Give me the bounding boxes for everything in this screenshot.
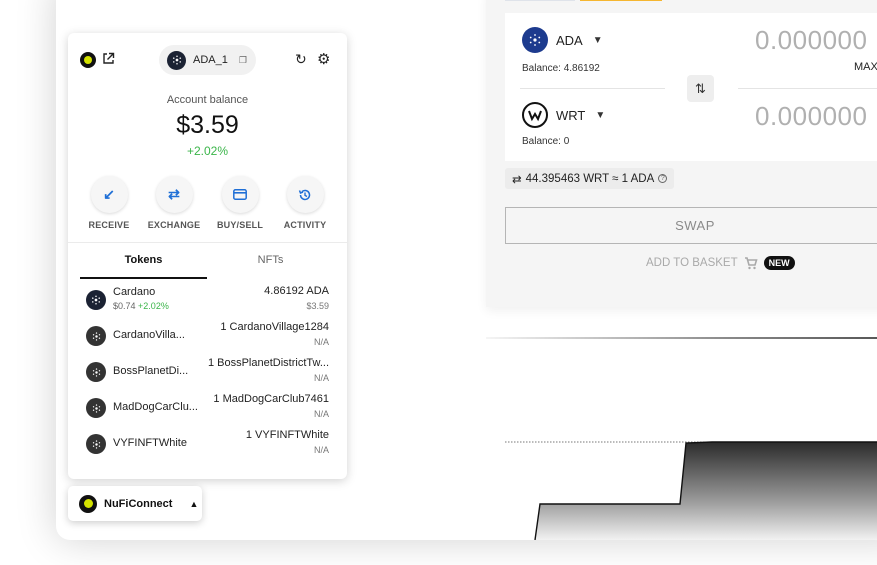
divider	[520, 88, 665, 89]
screen: ADA ▼ Balance: 4.86192 0.000000 MAX ⇅ WR…	[0, 0, 877, 565]
tab-nfts[interactable]: NFTs	[207, 254, 334, 266]
chevron-down-icon: ▼	[592, 34, 603, 46]
swap-icon: ⇄	[155, 176, 193, 213]
token-name: BossPlanetDi...	[113, 365, 189, 377]
token-amount: 1 CardanoVillage1284	[220, 321, 329, 333]
token-row[interactable]: CardanoVilla... 1 CardanoVillage1284 N/A	[80, 321, 335, 351]
token-amount: 4.86192 ADA	[264, 285, 329, 297]
ada-logo-icon	[522, 27, 548, 53]
buy-sell-button[interactable]: BUY/SELL	[205, 176, 275, 230]
token-amount: 1 VYFINFTWhite	[245, 429, 329, 441]
from-token-name: ADA	[556, 32, 583, 48]
token-icon	[86, 362, 106, 382]
exchange-rate[interactable]: ⇄ 44.395463 WRT ≈ 1 ADA ?	[505, 168, 675, 189]
to-balance: Balance: 0	[522, 136, 570, 147]
nufi-logo-icon	[79, 494, 97, 513]
receive-label: RECEIVE	[88, 220, 130, 230]
from-token-selector[interactable]: ADA ▼	[522, 27, 603, 53]
wallet-popup: ADA_1 ❐ ↻ ⚙ Account balance $3.59 +2.02%…	[68, 33, 347, 479]
add-to-basket-label: ADD TO BASKET	[646, 257, 738, 269]
chevron-down-icon: ▼	[595, 109, 606, 121]
swap-tab-indicator-b[interactable]	[580, 0, 662, 1]
new-badge: NEW	[763, 256, 795, 270]
exchange-label: EXCHANGE	[147, 220, 201, 230]
token-usd: N/A	[313, 445, 329, 455]
connect-label: NuFiConnect	[104, 497, 173, 510]
divider	[486, 337, 877, 339]
account-selector[interactable]: ADA_1 ❐	[159, 45, 256, 75]
token-change: +2.02%	[138, 301, 169, 311]
token-icon	[86, 326, 106, 346]
ada-logo-icon	[167, 50, 186, 70]
token-row[interactable]: VYFINFTWhite 1 VYFINFTWhite N/A	[80, 429, 335, 459]
balance-change: +2.02%	[186, 144, 229, 158]
token-icon	[86, 398, 106, 418]
token-name: MadDogCarClu...	[113, 401, 198, 413]
history-icon	[286, 176, 324, 213]
token-amount: 1 BossPlanetDistrictTw...	[207, 357, 329, 369]
tab-tokens[interactable]: Tokens	[80, 254, 207, 266]
token-usd: $3.59	[306, 301, 329, 311]
cart-icon	[744, 256, 758, 269]
max-button[interactable]: MAX	[854, 61, 877, 73]
token-price-line: $0.74 +2.02%	[113, 301, 169, 311]
token-row[interactable]: MadDogCarClu... 1 MadDogCarClub7461 N/A	[80, 393, 335, 423]
balance-label: Account balance	[166, 94, 249, 106]
divider	[738, 88, 877, 89]
token-usd: N/A	[313, 337, 329, 347]
ada-logo-icon	[86, 290, 106, 310]
price-chart	[505, 441, 877, 540]
info-icon[interactable]: ?	[658, 174, 668, 183]
card-icon	[221, 176, 259, 213]
chevron-up-icon: ▲	[189, 498, 199, 509]
swap-arrows-icon: ⇄	[512, 173, 522, 186]
from-amount-input[interactable]: 0.000000	[755, 25, 867, 56]
activity-button[interactable]: ACTIVITY	[270, 176, 340, 230]
token-name: VYFINFTWhite	[113, 437, 187, 449]
token-price: $0.74	[113, 301, 136, 311]
token-usd: N/A	[313, 409, 329, 419]
arrow-down-left-icon: ↙	[90, 176, 128, 213]
from-balance: Balance: 4.86192	[522, 63, 600, 74]
token-row[interactable]: BossPlanetDi... 1 BossPlanetDistrictTw..…	[80, 357, 335, 387]
nufi-logo-icon	[80, 52, 96, 68]
wallet-actions: ↙ RECEIVE ⇄ EXCHANGE BUY/SELL ACTIVITY	[68, 176, 347, 232]
rate-text: 44.395463 WRT ≈ 1 ADA	[525, 172, 655, 185]
token-name: CardanoVilla...	[113, 329, 185, 341]
nufi-connect-button[interactable]: NuFiConnect ▲	[68, 486, 202, 521]
buy-sell-label: BUY/SELL	[216, 220, 264, 230]
refresh-icon[interactable]: ↻	[295, 51, 307, 68]
exchange-button[interactable]: ⇄ EXCHANGE	[139, 176, 209, 230]
wrt-logo-icon	[522, 102, 548, 128]
divider	[68, 242, 347, 243]
token-row[interactable]: Cardano $0.74 +2.02% 4.86192 ADA $3.59	[80, 285, 335, 315]
token-icon	[86, 434, 106, 454]
flip-direction-button[interactable]: ⇅	[687, 75, 714, 102]
swap-button[interactable]: SWAP	[505, 207, 877, 244]
token-usd: N/A	[313, 373, 329, 383]
chart-area	[535, 442, 877, 540]
to-amount-input[interactable]: 0.000000	[755, 101, 867, 132]
token-name: Cardano	[113, 286, 156, 298]
gear-icon[interactable]: ⚙	[317, 50, 330, 68]
tab-indicator	[80, 277, 207, 279]
open-external-icon[interactable]	[102, 52, 115, 65]
activity-label: ACTIVITY	[283, 220, 327, 230]
to-token-selector[interactable]: WRT ▼	[522, 102, 605, 128]
balance-value: $3.59	[176, 111, 239, 139]
to-token-name: WRT	[556, 107, 586, 123]
wallet-header: ADA_1 ❐ ↻ ⚙	[68, 33, 347, 85]
receive-button[interactable]: ↙ RECEIVE	[74, 176, 144, 230]
add-to-basket-button[interactable]: ADD TO BASKET NEW	[646, 256, 795, 270]
token-amount: 1 MadDogCarClub7461	[213, 393, 329, 405]
swap-tab-indicator-a[interactable]	[505, 0, 575, 1]
copy-icon[interactable]: ❐	[239, 55, 247, 66]
account-name: ADA_1	[193, 54, 228, 66]
